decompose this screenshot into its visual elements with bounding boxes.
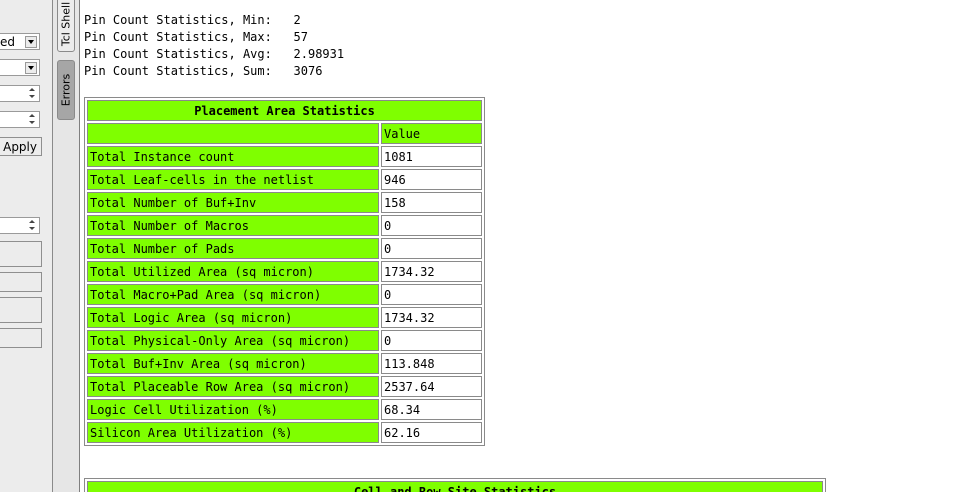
row-value: 0: [381, 238, 482, 259]
row-label: Total Number of Macros: [87, 215, 379, 236]
pin-stat-max: Pin Count Statistics, Max: 57: [84, 30, 308, 44]
tab-tcl-shell[interactable]: Tcl Shell: [57, 0, 75, 52]
table-title-row: Cell and Row Site Statistics: [87, 481, 823, 492]
row-value: 1081: [381, 146, 482, 167]
pin-stat-sum: Pin Count Statistics, Sum: 3076: [84, 64, 323, 78]
row-label: Total Number of Buf+Inv: [87, 192, 379, 213]
table-row: Total Leaf-cells in the netlist 946: [87, 169, 482, 190]
spinbox-3[interactable]: [0, 217, 40, 234]
cell-row-site-statistics-table: Cell and Row Site Statistics: [84, 478, 826, 492]
chevron-down-icon[interactable]: [25, 62, 37, 74]
table-title: Placement Area Statistics: [87, 100, 482, 121]
spinner-arrows-icon[interactable]: [27, 219, 37, 233]
spinbox-2[interactable]: [0, 111, 40, 128]
table-row: Total Number of Buf+Inv 158: [87, 192, 482, 213]
row-value: 0: [381, 215, 482, 236]
panel-button-2[interactable]: [0, 272, 42, 292]
row-value: 1734.32: [381, 307, 482, 328]
apply-button[interactable]: Apply: [0, 137, 42, 156]
table-row: Total Buf+Inv Area (sq micron) 113.848: [87, 353, 482, 374]
spinner-arrows-icon[interactable]: [27, 87, 37, 101]
placement-area-statistics-table: Placement Area Statistics Value Total In…: [84, 97, 485, 446]
option-combobox[interactable]: [0, 59, 40, 76]
panel-button-4[interactable]: [0, 328, 42, 348]
mode-combobox-value: ed: [0, 35, 15, 49]
row-value: 68.34: [381, 399, 482, 420]
vertical-tab-strip: Tcl Shell Errors: [53, 0, 79, 492]
table-row: Logic Cell Utilization (%) 68.34: [87, 399, 482, 420]
row-value: 158: [381, 192, 482, 213]
row-label: Total Instance count: [87, 146, 379, 167]
row-label: Silicon Area Utilization (%): [87, 422, 379, 443]
panel-button-3[interactable]: [0, 297, 42, 323]
row-label: Total Placeable Row Area (sq micron): [87, 376, 379, 397]
row-label: Total Number of Pads: [87, 238, 379, 259]
table-row: Total Number of Macros 0: [87, 215, 482, 236]
row-value: 62.16: [381, 422, 482, 443]
row-label: Total Leaf-cells in the netlist: [87, 169, 379, 190]
row-value: 2537.64: [381, 376, 482, 397]
mode-combobox[interactable]: ed: [0, 33, 40, 50]
table-row: Total Physical-Only Area (sq micron) 0: [87, 330, 482, 351]
panel-button-1[interactable]: [0, 241, 42, 267]
left-control-panel: ed Apply: [0, 0, 52, 492]
header-value-cell: Value: [381, 123, 482, 144]
table-row: Total Placeable Row Area (sq micron) 2537…: [87, 376, 482, 397]
report-output-area[interactable]: Pin Count Statistics, Min: 2 Pin Count S…: [80, 0, 971, 492]
table-row: Total Macro+Pad Area (sq micron) 0: [87, 284, 482, 305]
tab-errors[interactable]: Errors: [57, 60, 75, 120]
spinner-arrows-icon[interactable]: [27, 113, 37, 127]
table-row: Total Logic Area (sq micron) 1734.32: [87, 307, 482, 328]
row-value: 1734.32: [381, 261, 482, 282]
table-row: Silicon Area Utilization (%) 62.16: [87, 422, 482, 443]
tab-errors-label: Errors: [59, 73, 73, 107]
chevron-down-icon[interactable]: [25, 36, 37, 48]
spinbox-1[interactable]: [0, 85, 40, 102]
row-value: 0: [381, 284, 482, 305]
row-label: Logic Cell Utilization (%): [87, 399, 379, 420]
pin-stat-min: Pin Count Statistics, Min: 2: [84, 13, 301, 27]
row-label: Total Logic Area (sq micron): [87, 307, 379, 328]
apply-button-label: Apply: [3, 140, 37, 154]
row-label: Total Buf+Inv Area (sq micron): [87, 353, 379, 374]
table-title-row: Placement Area Statistics: [87, 100, 482, 121]
table-header-row: Value: [87, 123, 482, 144]
table-row: Total Utilized Area (sq micron) 1734.32: [87, 261, 482, 282]
row-value: 0: [381, 330, 482, 351]
row-label: Total Utilized Area (sq micron): [87, 261, 379, 282]
table-row: Total Number of Pads 0: [87, 238, 482, 259]
row-value: 113.848: [381, 353, 482, 374]
row-label: Total Physical-Only Area (sq micron): [87, 330, 379, 351]
row-label: Total Macro+Pad Area (sq micron): [87, 284, 379, 305]
pin-stat-avg: Pin Count Statistics, Avg: 2.98931: [84, 47, 345, 61]
header-label-cell: [87, 123, 379, 144]
tab-tcl-shell-label: Tcl Shell: [59, 1, 73, 47]
row-value: 946: [381, 169, 482, 190]
table-row: Total Instance count 1081: [87, 146, 482, 167]
table-title: Cell and Row Site Statistics: [87, 481, 823, 492]
